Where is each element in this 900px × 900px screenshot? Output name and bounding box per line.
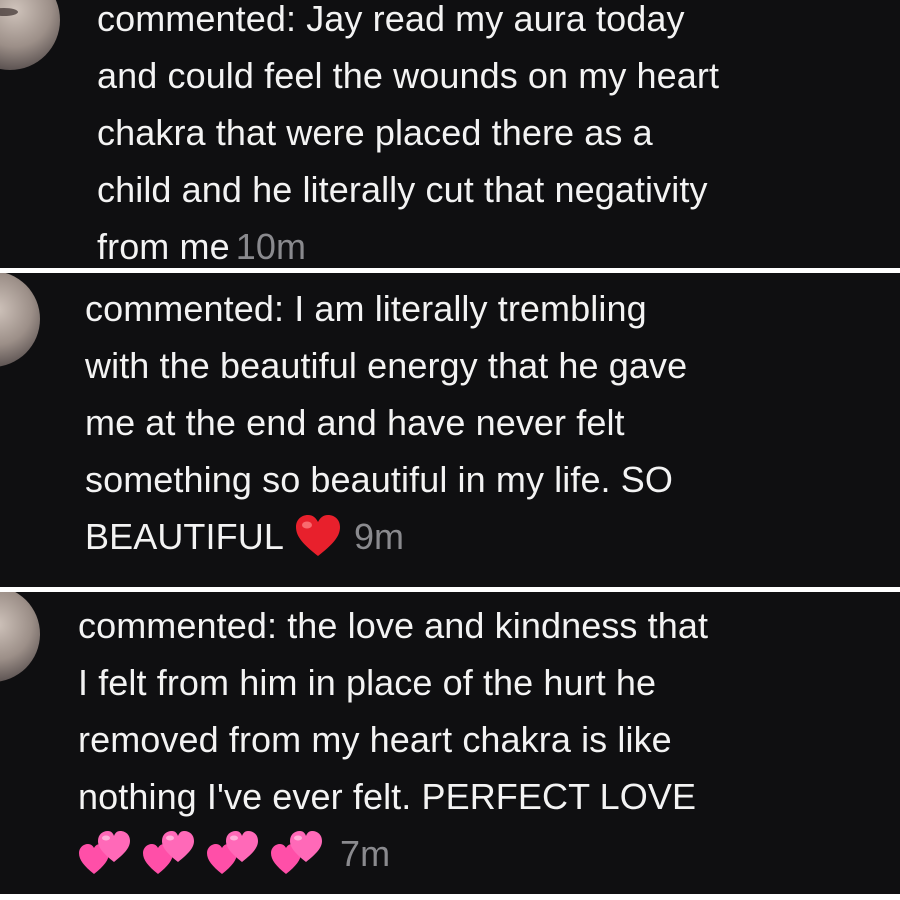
- timestamp: 10m: [235, 226, 307, 267]
- comment-line: commented: I am literally trembling: [85, 288, 647, 329]
- comment-line: commented: Jay read my aura today: [97, 0, 685, 39]
- timestamp: 7m: [340, 833, 391, 874]
- comment-line: I felt from him in place of the hurt he: [78, 662, 657, 703]
- comment-line: removed from my heart chakra is like: [78, 719, 672, 760]
- comment-panel-2: commented: I am literally trembling with…: [0, 273, 900, 587]
- comment-line: and could feel the wounds on my heart: [97, 55, 720, 96]
- two-hearts-icon: [207, 831, 258, 875]
- avatar[interactable]: [0, 273, 40, 367]
- comment-text: commented: the love and kindness that I …: [78, 597, 708, 882]
- comment-text: commented: Jay read my aura today and co…: [97, 0, 719, 268]
- avatar[interactable]: [0, 592, 40, 682]
- comment-panel-1: commented: Jay read my aura today and co…: [0, 0, 900, 268]
- comment-last-line: from me 10m: [97, 218, 719, 268]
- comment-line: with the beautiful energy that he gave: [85, 345, 688, 386]
- comment-panel-3: commented: the love and kindness that I …: [0, 592, 900, 894]
- comment-line: child and he literally cut that negativi…: [97, 169, 708, 210]
- comment-line: BEAUTIFUL: [85, 516, 284, 557]
- comment-text: commented: I am literally trembling with…: [85, 280, 687, 565]
- comment-line: nothing I've ever felt. PERFECT LOVE: [78, 776, 697, 817]
- comment-line: from me: [97, 226, 230, 267]
- comment-line: something so beautiful in my life. SO: [85, 459, 673, 500]
- comment-emoji-line: 7m: [78, 825, 708, 882]
- comment-line: chakra that were placed there as a: [97, 112, 653, 153]
- avatar[interactable]: [0, 0, 60, 70]
- timestamp: 9m: [353, 516, 405, 557]
- two-hearts-icon: [271, 831, 322, 875]
- comment-last-line: BEAUTIFUL 9m: [85, 508, 687, 565]
- two-hearts-icon: [79, 831, 130, 875]
- comment-line: me at the end and have never felt: [85, 402, 625, 443]
- red-heart-icon: [295, 515, 340, 557]
- two-hearts-icon: [143, 831, 194, 875]
- comment-line: commented: the love and kindness that: [78, 605, 709, 646]
